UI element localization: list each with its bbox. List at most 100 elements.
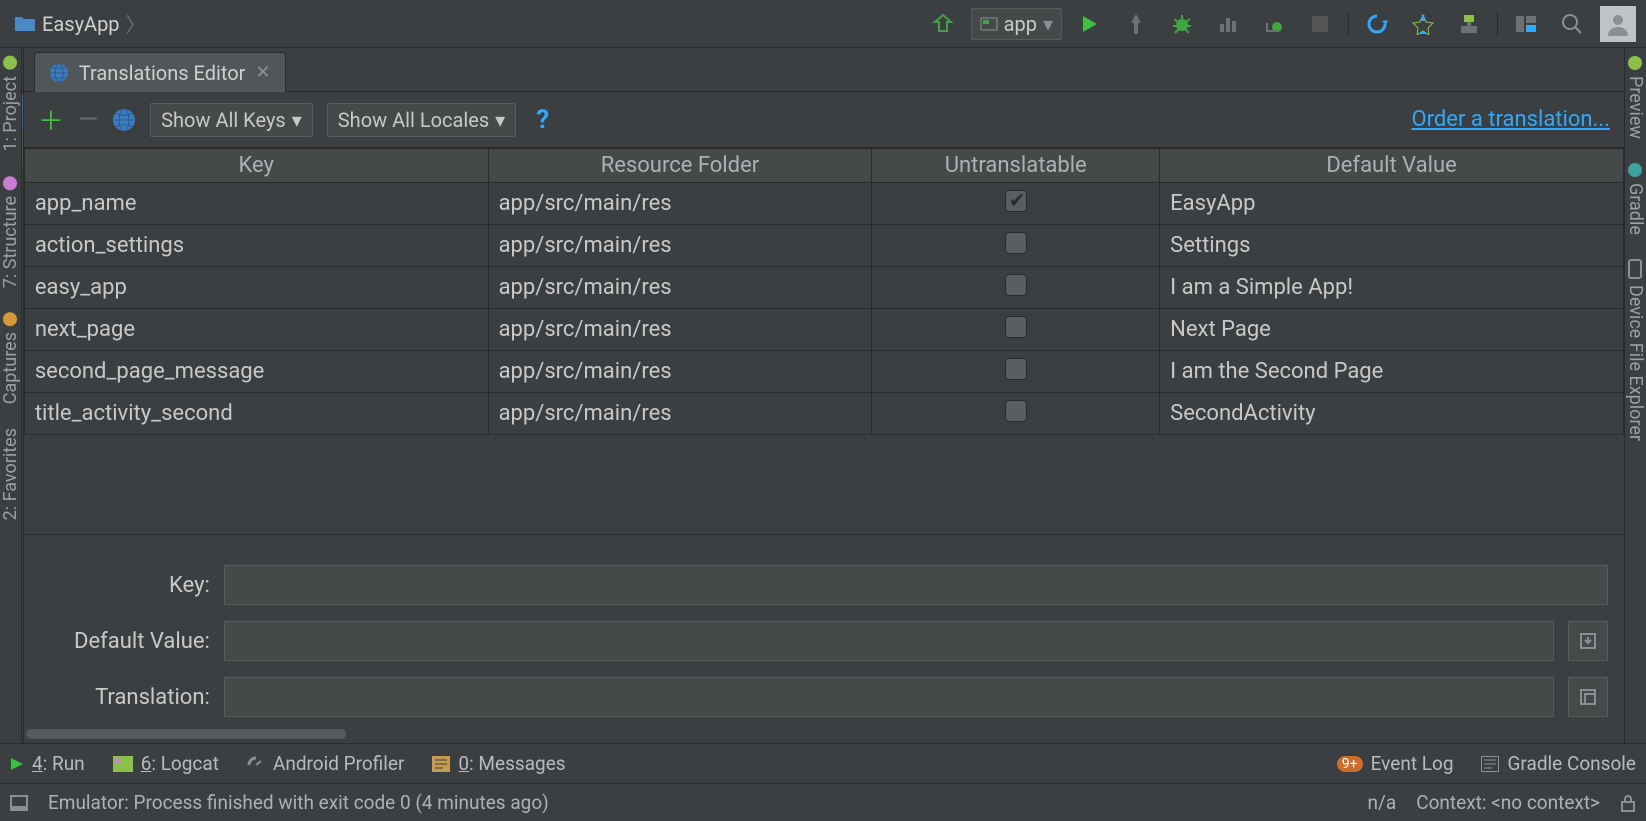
tool-tab-captures[interactable]: Captures <box>0 312 21 404</box>
breadcrumb[interactable]: EasyApp 〉 <box>6 9 146 38</box>
checkbox[interactable] <box>1005 274 1027 296</box>
tree-node-app[interactable]: ▼ app <box>22 202 23 238</box>
tool-tab-android-profiler[interactable]: Android Profiler <box>247 752 404 775</box>
checkbox[interactable] <box>1005 358 1027 380</box>
order-translation-link[interactable]: Order a translation... <box>1412 107 1610 132</box>
cell-untranslatable[interactable] <box>872 183 1160 225</box>
tree-node-build[interactable]: ▶ build <box>22 238 23 274</box>
debug-button[interactable] <box>1164 6 1200 42</box>
lock-icon[interactable] <box>1620 794 1636 812</box>
status-context[interactable]: Context: <no context> <box>1416 791 1600 814</box>
user-avatar[interactable] <box>1600 6 1636 42</box>
close-icon[interactable]: ✕ <box>255 62 270 83</box>
filter-keys-dropdown[interactable]: Show All Keys ▾ <box>150 103 313 137</box>
tool-tab-messages[interactable]: 0: Messages <box>432 752 565 775</box>
tree-node-drawable[interactable]: ▶ drawable <box>22 490 23 526</box>
cell-key[interactable]: title_activity_second <box>24 393 488 435</box>
cell-default[interactable]: I am a Simple App! <box>1160 267 1624 309</box>
tool-tab-run[interactable]: 4: Run <box>10 752 85 775</box>
attach-debugger-button[interactable] <box>1256 6 1292 42</box>
column-header-key[interactable]: Key <box>24 149 488 183</box>
column-header-default[interactable]: Default Value <box>1160 149 1624 183</box>
tool-tab-logcat[interactable]: 6: Logcat <box>113 752 219 775</box>
avd-manager-button[interactable] <box>1405 6 1441 42</box>
tool-tab-event-log[interactable]: 9+ Event Log <box>1337 752 1454 775</box>
tool-tab-preview[interactable]: Preview <box>1625 56 1646 139</box>
tree-node-src[interactable]: ▼ src <box>22 310 23 346</box>
tree-node-libs[interactable]: ▶ libs <box>22 274 23 310</box>
cell-untranslatable[interactable] <box>872 309 1160 351</box>
browse-translation-button[interactable] <box>1568 677 1608 717</box>
cell-key[interactable]: easy_app <box>24 267 488 309</box>
run-button[interactable] <box>1072 6 1108 42</box>
run-configuration-dropdown[interactable]: app ▾ <box>971 8 1062 40</box>
cell-default[interactable]: Settings <box>1160 225 1624 267</box>
browse-default-button[interactable] <box>1568 621 1608 661</box>
cell-key[interactable]: action_settings <box>24 225 488 267</box>
tree-node-mipmap-mdpi[interactable]: ▶ mipmap-mdpi <box>22 634 23 670</box>
translation-input[interactable] <box>224 677 1554 717</box>
cell-folder[interactable]: app/src/main/res <box>488 267 872 309</box>
checkbox[interactable] <box>1005 316 1027 338</box>
cell-folder[interactable]: app/src/main/res <box>488 309 872 351</box>
table-row[interactable]: title_activity_secondapp/src/main/res Sec… <box>24 393 1623 435</box>
tree-node-root[interactable]: ▼ EasyApp ~/AndroidStudioProjects/ <box>22 94 23 130</box>
cell-folder[interactable]: app/src/main/res <box>488 183 872 225</box>
profile-button[interactable] <box>1210 6 1246 42</box>
tree-node-androidtest[interactable]: ▶ androidTest <box>22 346 23 382</box>
tree-node-java[interactable]: ▶ java <box>22 418 23 454</box>
project-structure-button[interactable] <box>1508 6 1544 42</box>
tool-tab-structure[interactable]: 7: Structure <box>0 176 21 288</box>
checkbox[interactable] <box>1005 190 1027 212</box>
horizontal-scrollbar[interactable] <box>22 725 23 743</box>
tree-node-res[interactable]: ▼ res <box>22 454 23 490</box>
table-row[interactable]: second_page_messageapp/src/main/resI am … <box>24 351 1623 393</box>
tree-node-idea[interactable]: ▶ .idea <box>22 166 23 202</box>
cell-folder[interactable]: app/src/main/res <box>488 393 872 435</box>
checkbox[interactable] <box>1005 400 1027 422</box>
table-row[interactable]: app_nameapp/src/main/resEasyApp <box>24 183 1623 225</box>
cell-key[interactable]: next_page <box>24 309 488 351</box>
cell-untranslatable[interactable] <box>872 393 1160 435</box>
remove-key-button[interactable]: — <box>78 105 98 135</box>
cell-default[interactable]: I am the Second Page <box>1160 351 1624 393</box>
add-key-button[interactable]: ＋ <box>38 101 64 138</box>
filter-locales-dropdown[interactable]: Show All Locales ▾ <box>327 103 516 137</box>
tree-node-main[interactable]: ▼ main <box>22 382 23 418</box>
key-input[interactable] <box>224 565 1608 605</box>
status-bar-toggle-icon[interactable] <box>10 795 28 811</box>
cell-folder[interactable]: app/src/main/res <box>488 225 872 267</box>
tree-node-layout[interactable]: ▶ layout <box>22 526 23 562</box>
search-button[interactable] <box>1554 6 1590 42</box>
tree-node-mipmap-hdpi[interactable]: ▶ mipmap-hdpi <box>22 598 23 634</box>
cell-untranslatable[interactable] <box>872 351 1160 393</box>
project-tree[interactable]: ▼ EasyApp ~/AndroidStudioProjects/ ▶ .gr… <box>22 92 23 725</box>
cell-folder[interactable]: app/src/main/res <box>488 351 872 393</box>
tool-tab-device-file-explorer[interactable]: Device File Explorer <box>1625 259 1646 441</box>
column-header-untranslatable[interactable]: Untranslatable <box>872 149 1160 183</box>
tree-node-menu[interactable]: ▶ menu <box>22 562 23 598</box>
column-header-folder[interactable]: Resource Folder <box>488 149 872 183</box>
tab-translations-editor[interactable]: Translations Editor ✕ <box>34 52 286 92</box>
scrollbar-thumb[interactable] <box>26 729 346 739</box>
tool-tab-project[interactable]: 1: Project <box>0 56 21 152</box>
add-locale-button[interactable] <box>112 108 136 132</box>
default-value-input[interactable] <box>224 621 1554 661</box>
tree-node-gradle[interactable]: ▶ .gradle <box>22 130 23 166</box>
help-icon[interactable]: ? <box>536 105 549 135</box>
table-row[interactable]: easy_appapp/src/main/res I am a Simple Ap… <box>24 267 1623 309</box>
cell-untranslatable[interactable] <box>872 225 1160 267</box>
tool-tab-gradle-console[interactable]: Gradle Console <box>1481 752 1636 775</box>
stop-button[interactable] <box>1302 6 1338 42</box>
cell-default[interactable]: Next Page <box>1160 309 1624 351</box>
table-row[interactable]: action_settingsapp/src/main/res Settings <box>24 225 1623 267</box>
checkbox[interactable] <box>1005 232 1027 254</box>
cell-key[interactable]: app_name <box>24 183 488 225</box>
cell-default[interactable]: SecondActivity <box>1160 393 1624 435</box>
table-row[interactable]: next_pageapp/src/main/res Next Page <box>24 309 1623 351</box>
make-project-button[interactable] <box>925 6 961 42</box>
cell-untranslatable[interactable] <box>872 267 1160 309</box>
sdk-manager-button[interactable] <box>1451 6 1487 42</box>
tool-tab-gradle[interactable]: Gradle <box>1625 163 1646 235</box>
sync-button[interactable] <box>1359 6 1395 42</box>
